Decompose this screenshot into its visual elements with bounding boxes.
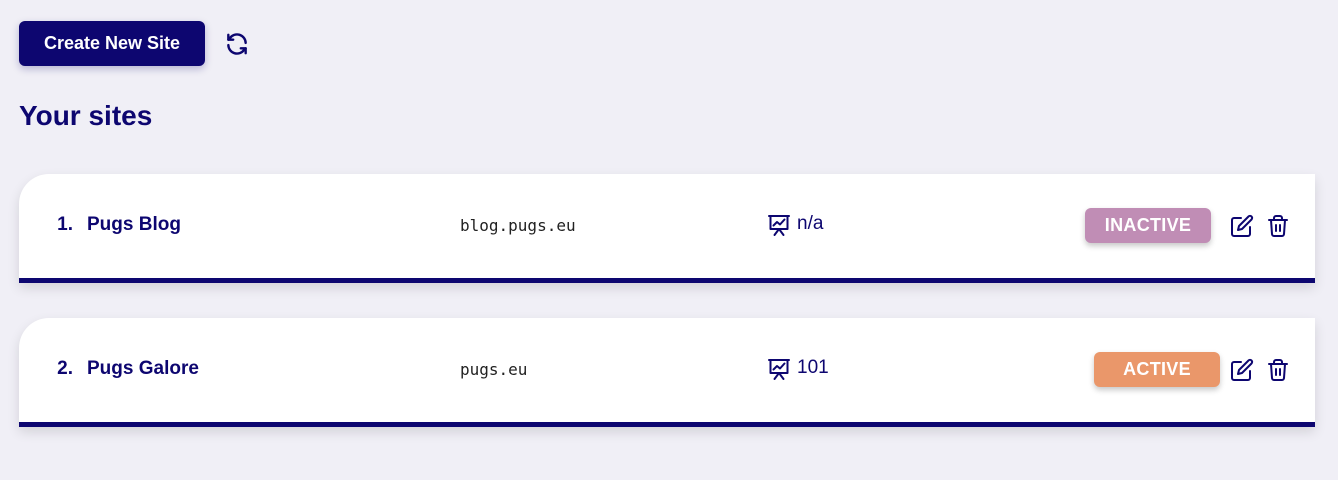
site-card: 2. Pugs Galore pugs.eu 101 ACTIVE: [19, 318, 1315, 427]
refresh-icon[interactable]: [224, 31, 250, 57]
stats-value: 101: [797, 357, 829, 378]
site-domain: blog.pugs.eu: [460, 216, 576, 235]
site-index: 1.: [57, 214, 73, 235]
status-badge[interactable]: INACTIVE: [1085, 208, 1211, 243]
site-domain: pugs.eu: [460, 360, 528, 379]
create-new-site-button[interactable]: Create New Site: [19, 21, 205, 66]
edit-icon[interactable]: [1230, 358, 1254, 382]
page-title: Your sites: [19, 100, 153, 131]
stats-value: n/a: [797, 213, 824, 234]
trash-icon[interactable]: [1266, 214, 1290, 238]
site-card: 1. Pugs Blog blog.pugs.eu n/a INACTIVE: [19, 174, 1315, 283]
presentation-chart-icon: [768, 359, 790, 380]
status-badge[interactable]: ACTIVE: [1094, 352, 1220, 387]
site-index: 2.: [57, 358, 73, 379]
site-name: Pugs Blog: [87, 214, 181, 235]
edit-icon[interactable]: [1230, 214, 1254, 238]
presentation-chart-icon: [768, 215, 790, 236]
site-name: Pugs Galore: [87, 358, 199, 379]
trash-icon[interactable]: [1266, 358, 1290, 382]
